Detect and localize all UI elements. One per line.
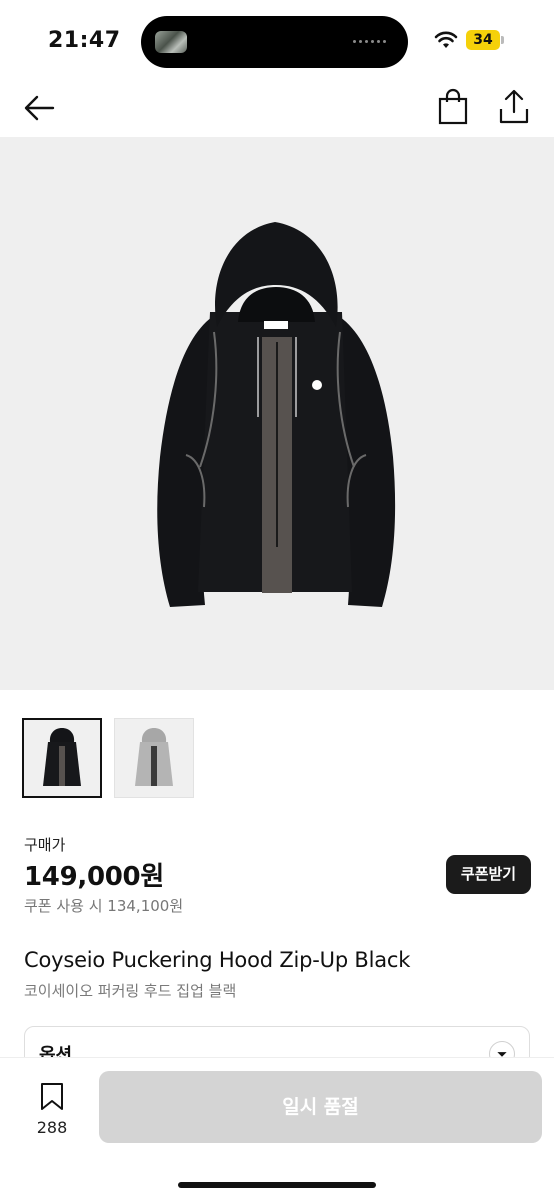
status-bar: 21:47 34 (0, 0, 554, 80)
product-name-ko: 코이세이오 퍼커링 후드 집업 블랙 (24, 982, 237, 1000)
back-arrow-icon[interactable] (22, 90, 58, 126)
thumbnail-gray[interactable] (114, 718, 194, 798)
sold-out-button[interactable]: 일시 품절 (99, 1071, 542, 1143)
top-nav (0, 80, 554, 136)
home-indicator (178, 1182, 376, 1188)
coupon-price: 쿠폰 사용 시 134,100원 (24, 897, 184, 915)
wishlist-button[interactable]: 288 (30, 1082, 74, 1137)
battery-indicator: 34 (466, 30, 500, 50)
product-name-en: Coyseio Puckering Hood Zip-Up Black (24, 948, 411, 972)
status-time: 21:47 (48, 28, 121, 53)
wifi-icon (434, 31, 458, 48)
hoodie-gray-thumb (115, 719, 193, 797)
wishlist-count: 288 (36, 1118, 68, 1137)
bookmark-icon (41, 1083, 63, 1110)
bottom-action-bar: 288 일시 품절 (0, 1057, 554, 1200)
dynamic-island (141, 16, 408, 68)
price: 149,000원 (24, 862, 164, 892)
battery-cap (501, 36, 504, 44)
price-label: 구매가 (24, 836, 66, 854)
thumbnail-black[interactable] (22, 718, 102, 798)
coupon-button[interactable]: 쿠폰받기 (446, 855, 531, 894)
share-icon[interactable] (496, 88, 532, 126)
shopping-bag-icon[interactable] (436, 88, 470, 126)
media-thumbnail (155, 31, 187, 53)
audio-wave-icon (353, 40, 386, 43)
thumbnail-strip (22, 718, 194, 798)
hoodie-illustration (157, 222, 396, 607)
hoodie-black-thumb (24, 720, 100, 796)
product-image[interactable] (0, 137, 554, 690)
